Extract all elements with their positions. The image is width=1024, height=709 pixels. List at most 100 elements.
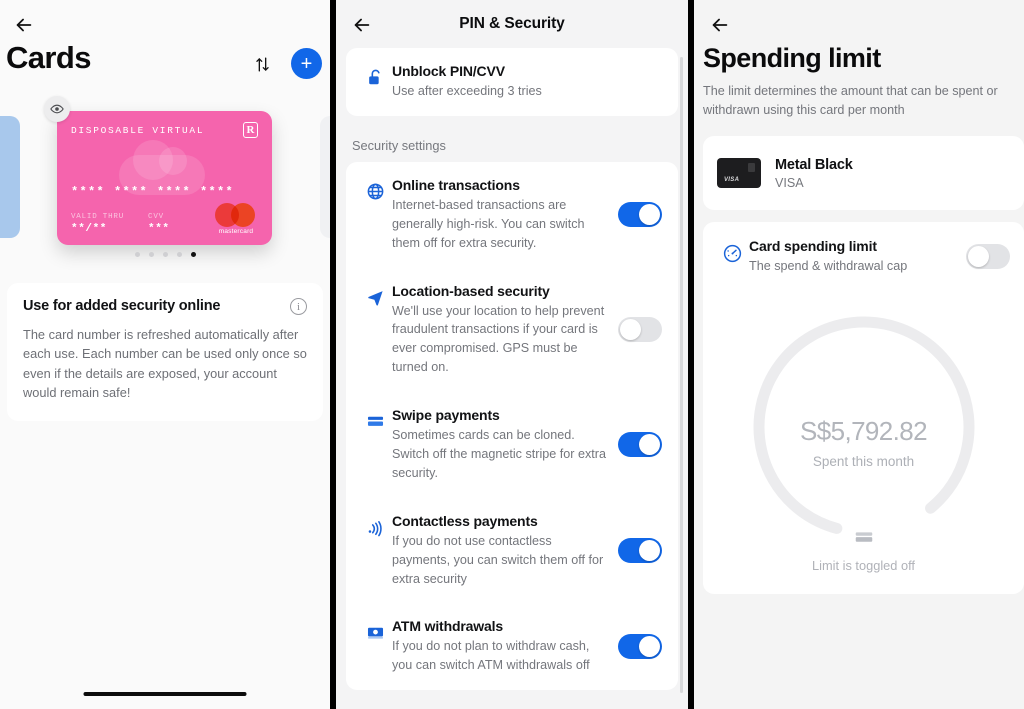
setting-subtitle: We'll use your location to help prevent … bbox=[392, 303, 605, 375]
carousel-dot[interactable] bbox=[162, 252, 168, 257]
toggle-knob bbox=[639, 434, 660, 456]
setting-row-online-transactions[interactable]: Online transactions Internet-based trans… bbox=[346, 162, 678, 268]
setting-row-location-based-security[interactable]: Location-based security We'll use your l… bbox=[346, 268, 678, 393]
setting-subtitle: If you do not use contactless payments, … bbox=[392, 533, 604, 586]
card-meta: VALID THRU **/** CVV *** bbox=[71, 213, 170, 235]
card-cvv: CVV *** bbox=[148, 213, 170, 235]
sort-button[interactable] bbox=[248, 50, 276, 78]
toggle-swipe-payments[interactable] bbox=[618, 432, 662, 458]
setting-subtitle: If you do not plan to withdraw cash, you… bbox=[392, 639, 590, 673]
setting-title: Swipe payments bbox=[392, 407, 500, 424]
setting-title: Online transactions bbox=[392, 176, 520, 193]
carousel-dot-active[interactable] bbox=[190, 252, 196, 257]
spent-caption: Spent this month bbox=[812, 454, 915, 469]
vertical-scrollbar[interactable] bbox=[680, 57, 683, 693]
three-panel-screenshot: Cards + DISPOSABLE VIRTUAL R **** **** *… bbox=[0, 0, 1024, 709]
gauge-icon-wrap bbox=[715, 238, 749, 264]
toggle-contactless-payments[interactable] bbox=[618, 538, 662, 564]
setting-text: Contactless payments If you do not use c… bbox=[392, 513, 618, 589]
card-spending-limit-text: Card spending limit The spend & withdraw… bbox=[749, 238, 966, 276]
back-button[interactable] bbox=[707, 12, 733, 38]
globe-icon bbox=[367, 183, 383, 200]
setting-row-swipe-payments[interactable]: Swipe payments Sometimes cards can be cl… bbox=[346, 392, 678, 498]
arrow-left-icon bbox=[16, 18, 32, 32]
toggle-card-spending-limit[interactable] bbox=[966, 244, 1010, 269]
toggle-knob bbox=[639, 204, 660, 226]
spending-limit-screen: Spending limit The limit determines the … bbox=[694, 0, 1024, 709]
valid-thru-label: VALID THRU bbox=[71, 213, 125, 221]
setting-subtitle: Sometimes cards can be cloned. Switch of… bbox=[392, 428, 606, 480]
carousel-dot[interactable] bbox=[148, 252, 154, 257]
toggle-atm-withdrawals[interactable] bbox=[618, 634, 662, 660]
card-number-group: **** bbox=[71, 185, 106, 199]
carousel-dots[interactable] bbox=[0, 252, 330, 257]
toggle-knob bbox=[639, 540, 660, 562]
page-title: Cards bbox=[6, 40, 91, 75]
cards-screen: Cards + DISPOSABLE VIRTUAL R **** **** *… bbox=[0, 0, 330, 709]
card-selector[interactable]: VISA Metal Black VISA bbox=[703, 136, 1024, 210]
toggle-knob bbox=[620, 319, 641, 341]
card-spending-limit-row[interactable]: Card spending limit The spend & withdraw… bbox=[703, 222, 1024, 276]
card-selector-text: Metal Black VISA bbox=[775, 157, 853, 190]
setting-title: Location-based security bbox=[392, 282, 550, 299]
spent-amount: S$5,792.82 bbox=[799, 416, 928, 446]
setting-row-atm-withdrawals[interactable]: ATM withdrawals If you do not plan to wi… bbox=[346, 603, 678, 690]
info-icon[interactable]: i bbox=[290, 298, 307, 315]
toggle-knob bbox=[639, 636, 660, 658]
brand-mark: R bbox=[246, 124, 255, 136]
unlock-icon-wrap bbox=[358, 63, 392, 87]
home-indicator bbox=[83, 692, 247, 696]
card-chip bbox=[748, 163, 755, 172]
toggle-online-transactions[interactable] bbox=[618, 202, 662, 228]
toggle-location-based-security[interactable] bbox=[618, 317, 662, 343]
security-info-title: Use for added security online bbox=[23, 298, 221, 314]
card-number-group: **** bbox=[157, 185, 192, 199]
revolut-logo-icon: R bbox=[243, 122, 258, 138]
setting-title: Contactless payments bbox=[392, 512, 538, 529]
gauge-center-icon-wrap bbox=[703, 526, 1024, 548]
add-card-button[interactable]: + bbox=[291, 48, 322, 79]
security-scroll-area[interactable]: Unblock PIN/CVV Use after exceeding 3 tr… bbox=[336, 48, 688, 709]
setting-row-contactless-payments[interactable]: Contactless payments If you do not use c… bbox=[346, 498, 678, 604]
banknote-icon bbox=[367, 628, 383, 639]
security-info-body: The card number is refreshed automatical… bbox=[23, 327, 307, 401]
page-title: PIN & Security bbox=[459, 15, 565, 32]
location-arrow-icon-wrap bbox=[358, 283, 392, 307]
card-previous-preview[interactable] bbox=[0, 116, 20, 238]
back-button[interactable] bbox=[11, 12, 37, 38]
valid-thru-value: **/** bbox=[71, 223, 108, 235]
page-title: Spending limit bbox=[703, 43, 881, 73]
pin-security-header: PIN & Security bbox=[336, 0, 688, 48]
mastercard-logo-icon: mastercard bbox=[212, 203, 260, 235]
virtual-card[interactable]: DISPOSABLE VIRTUAL R **** **** **** **** VA… bbox=[57, 111, 272, 245]
setting-text: ATM withdrawals If you do not plan to wi… bbox=[392, 618, 618, 675]
carousel-dot[interactable] bbox=[134, 252, 140, 257]
card-name: Metal Black bbox=[775, 156, 853, 173]
card-type-label: DISPOSABLE VIRTUAL bbox=[71, 125, 205, 136]
card-brand: VISA bbox=[775, 175, 804, 190]
pin-security-screen: PIN & Security Unblock PIN/CVV Use after… bbox=[336, 0, 688, 709]
security-info-card: Use for added security online i The card… bbox=[7, 283, 323, 421]
security-settings-card: Online transactions Internet-based trans… bbox=[346, 161, 678, 691]
metal-black-card-thumbnail: VISA bbox=[717, 158, 761, 188]
location-arrow-icon bbox=[367, 290, 383, 306]
contactless-icon-wrap bbox=[358, 513, 392, 537]
arrow-left-icon bbox=[712, 18, 728, 32]
setting-subtitle: Internet-based transactions are generall… bbox=[392, 197, 585, 250]
limit-status: Limit is toggled off bbox=[812, 558, 915, 573]
unblock-pin-subtitle: Use after exceeding 3 tries bbox=[392, 84, 542, 98]
carousel-dot[interactable] bbox=[176, 252, 182, 257]
spending-gauge: S$5,792.82 Spent this month Limit is tog… bbox=[703, 308, 1024, 578]
mastercard-yellow-circle bbox=[231, 203, 255, 227]
cvv-value: *** bbox=[148, 223, 170, 235]
card-spending-limit-title: Card spending limit bbox=[749, 238, 877, 254]
unblock-pin-row[interactable]: Unblock PIN/CVV Use after exceeding 3 tr… bbox=[346, 48, 678, 116]
reveal-details-button[interactable] bbox=[44, 96, 70, 122]
credit-card-icon bbox=[367, 416, 383, 426]
mastercard-wordmark: mastercard bbox=[218, 228, 254, 235]
card-next-preview[interactable] bbox=[320, 116, 330, 238]
unblock-pin-text: Unblock PIN/CVV Use after exceeding 3 tr… bbox=[392, 63, 664, 101]
gauge-icon bbox=[723, 244, 741, 263]
unblock-pin-card[interactable]: Unblock PIN/CVV Use after exceeding 3 tr… bbox=[346, 48, 678, 116]
cvv-label: CVV bbox=[148, 213, 164, 221]
